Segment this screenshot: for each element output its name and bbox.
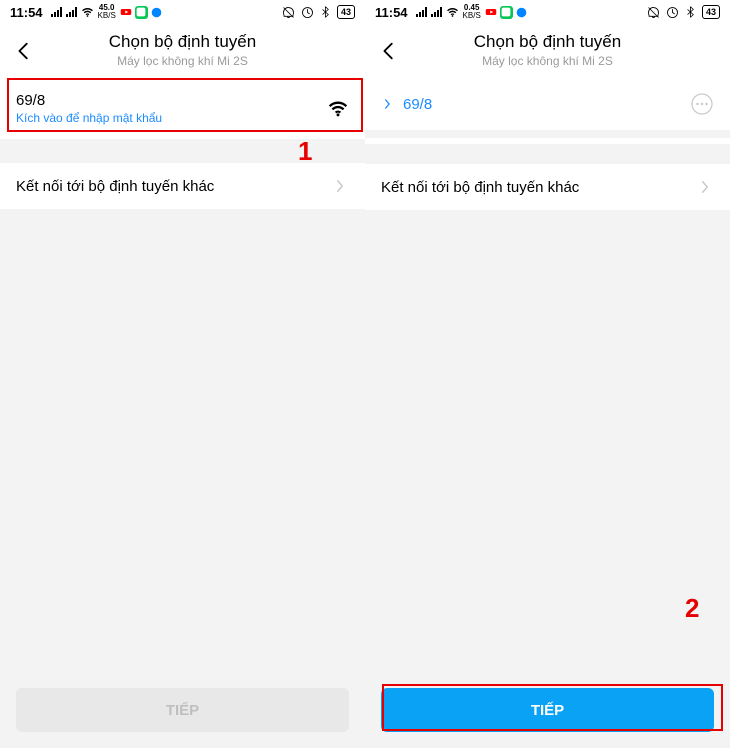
messenger-icon bbox=[515, 6, 528, 19]
youtube-icon bbox=[485, 6, 498, 19]
alarm-off-icon bbox=[646, 5, 661, 20]
wifi-row[interactable]: 69/8 Kích vào để nhập mật khẩu bbox=[0, 78, 365, 139]
other-router-label: Kết nối tới bộ định tuyến khác bbox=[16, 178, 331, 195]
status-bar: 11:54 45.0KB/S 43 bbox=[0, 0, 365, 24]
wifi-small-icon bbox=[81, 6, 94, 19]
wifi-row-selected[interactable]: 69/8 bbox=[365, 78, 730, 130]
line-icon bbox=[500, 6, 513, 19]
next-button-label: TIẾP bbox=[166, 702, 199, 719]
other-router-label: Kết nối tới bộ định tuyến khác bbox=[381, 179, 696, 196]
network-speed: 0.45KB/S bbox=[463, 4, 481, 20]
bluetooth-icon bbox=[684, 5, 698, 19]
status-bar: 11:54 0.45KB/S 43 bbox=[365, 0, 730, 24]
wifi-hint: Kích vào để nhập mật khẩu bbox=[16, 111, 327, 125]
page-title: Chọn bộ định tuyến bbox=[365, 32, 730, 52]
back-button[interactable] bbox=[377, 39, 401, 63]
signal-icon bbox=[431, 7, 442, 17]
messenger-icon bbox=[150, 6, 163, 19]
chevron-right-icon bbox=[331, 177, 349, 195]
page-subtitle: Máy lọc không khí Mi 2S bbox=[365, 54, 730, 68]
signal-icon bbox=[416, 7, 427, 17]
selected-caret-icon bbox=[381, 94, 395, 114]
chevron-right-icon bbox=[696, 178, 714, 196]
network-speed: 45.0KB/S bbox=[98, 4, 116, 20]
header: Chọn bộ định tuyến Máy lọc không khí Mi … bbox=[0, 24, 365, 78]
screen-right: 11:54 0.45KB/S 43 Chọn bộ định tuyến Máy… bbox=[365, 0, 730, 748]
notification-icons bbox=[120, 6, 163, 19]
status-time: 11:54 bbox=[375, 5, 408, 20]
youtube-icon bbox=[120, 6, 133, 19]
page-title: Chọn bộ định tuyến bbox=[0, 32, 365, 52]
bluetooth-icon bbox=[319, 5, 333, 19]
wifi-small-icon bbox=[446, 6, 459, 19]
alarm-icon bbox=[665, 5, 680, 20]
battery-indicator: 43 bbox=[337, 5, 355, 19]
signal-icon bbox=[66, 7, 77, 17]
line-icon bbox=[135, 6, 148, 19]
screen-left: 11:54 45.0KB/S 43 Chọn bộ định tuyến Máy… bbox=[0, 0, 365, 748]
wifi-name: 69/8 bbox=[403, 96, 690, 113]
signal-icon bbox=[51, 7, 62, 17]
next-button[interactable]: TIẾP bbox=[381, 688, 714, 732]
page-subtitle: Máy lọc không khí Mi 2S bbox=[0, 54, 365, 68]
battery-indicator: 43 bbox=[702, 5, 720, 19]
wifi-icon bbox=[327, 98, 349, 120]
next-button[interactable]: TIẾP bbox=[16, 688, 349, 732]
alarm-off-icon bbox=[281, 5, 296, 20]
back-button[interactable] bbox=[12, 39, 36, 63]
header: Chọn bộ định tuyến Máy lọc không khí Mi … bbox=[365, 24, 730, 78]
other-router-row[interactable]: Kết nối tới bộ định tuyến khác bbox=[365, 164, 730, 210]
other-router-row[interactable]: Kết nối tới bộ định tuyến khác bbox=[0, 163, 365, 209]
next-button-label: TIẾP bbox=[531, 702, 564, 719]
wifi-name: 69/8 bbox=[16, 92, 327, 109]
notification-icons bbox=[485, 6, 528, 19]
alarm-icon bbox=[300, 5, 315, 20]
more-icon[interactable] bbox=[690, 92, 714, 116]
status-time: 11:54 bbox=[10, 5, 43, 20]
